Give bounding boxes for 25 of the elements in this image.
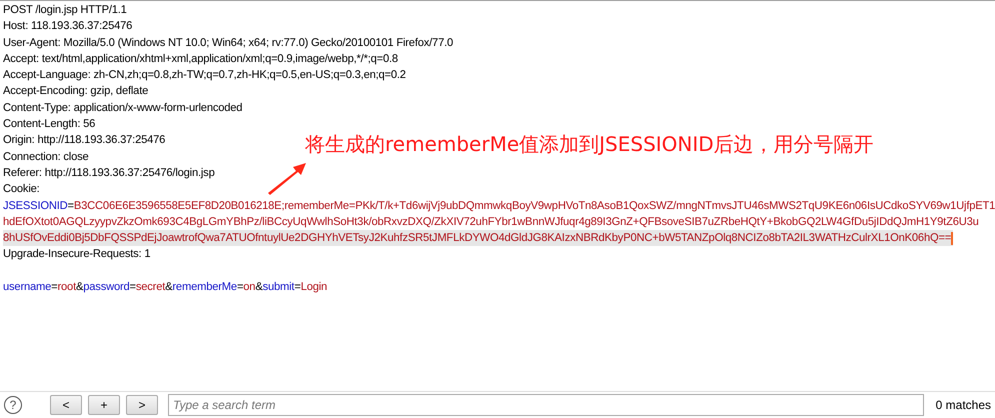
search-field[interactable]: Type a search term xyxy=(168,394,924,416)
code-line: Accept: text/html,application/xhtml+xml,application/xml;q=0.9,image/webp,*/*;q=0.8 xyxy=(3,52,398,67)
code-line: Origin: http://118.193.36.37:25476 xyxy=(3,133,166,148)
code-line: User-Agent: Mozilla/5.0 (Windows NT 10.0; Win64; x64; rv:77.0) Gecko/20100101 Firefox/77.0 xyxy=(3,36,454,51)
code-line: Referer: http://118.193.36.37:25476/login.jsp xyxy=(3,166,215,181)
search-nav-button[interactable]: < xyxy=(50,395,82,415)
code-line: Host: 118.193.36.37:25476 xyxy=(3,19,132,34)
code-line: Cookie: xyxy=(3,182,40,198)
annotation-text: 将生成的rememberMe值添加到JSESSIONID后边，用分号隔开 xyxy=(305,131,874,158)
code-line: JSESSIONID=B3CC06E6E3596558E5EF8D20B016218E;rememberMe=PKk/T/k+Td6wijVj9ubDQmmwkqBoyV9wpHVoTn8AsoB1QoxSWZ/mngNTmvsJTU46sMWS2TqU9KE6n06IsUCdkoSYV69w1UjfpET1 xyxy=(3,198,995,214)
code-line: Content-Type: application/x-www-form-urlencoded xyxy=(3,100,242,116)
code-line: POST /login.jsp HTTP/1.1 xyxy=(3,3,127,18)
code-line: Upgrade-Insecure-Requests: 1 xyxy=(3,247,150,262)
code-line: Accept-Encoding: gzip, deflate xyxy=(3,84,148,100)
code-line: username=root&password=secret&rememberMe=on&submit=Login xyxy=(3,280,328,296)
code-line: hdEfOXtot0AGQLzyypvZkzOmk693C4BgLGmYBhPz/liBCcyUqWwlhSoHt3k/obRxvzDXQ/ZkXIV72uhFYbr1wBnnWJfuqr4g89I3GnZ+QFBsoveSIB7uZRbeHQtY+BkobGQ2LW4GfDu5jIDdQJmH1Y9tZ6U3u xyxy=(3,214,979,230)
search-nav-button[interactable]: > xyxy=(126,395,158,415)
arrow-icon xyxy=(266,161,308,195)
help-button[interactable]: ? xyxy=(4,396,22,414)
code-line: Connection: close xyxy=(3,150,89,165)
search-nav-button[interactable]: + xyxy=(88,395,120,415)
code-line: Content-Length: 56 xyxy=(3,117,96,132)
text-cursor xyxy=(951,232,954,245)
code-line: Accept-Language: zh-CN,zh;q=0.8,zh-TW;q=0.7,zh-HK;q=0.5,en-US;q=0.3,en;q=0.2 xyxy=(3,68,406,84)
match-count: 0 matches xyxy=(936,398,991,412)
